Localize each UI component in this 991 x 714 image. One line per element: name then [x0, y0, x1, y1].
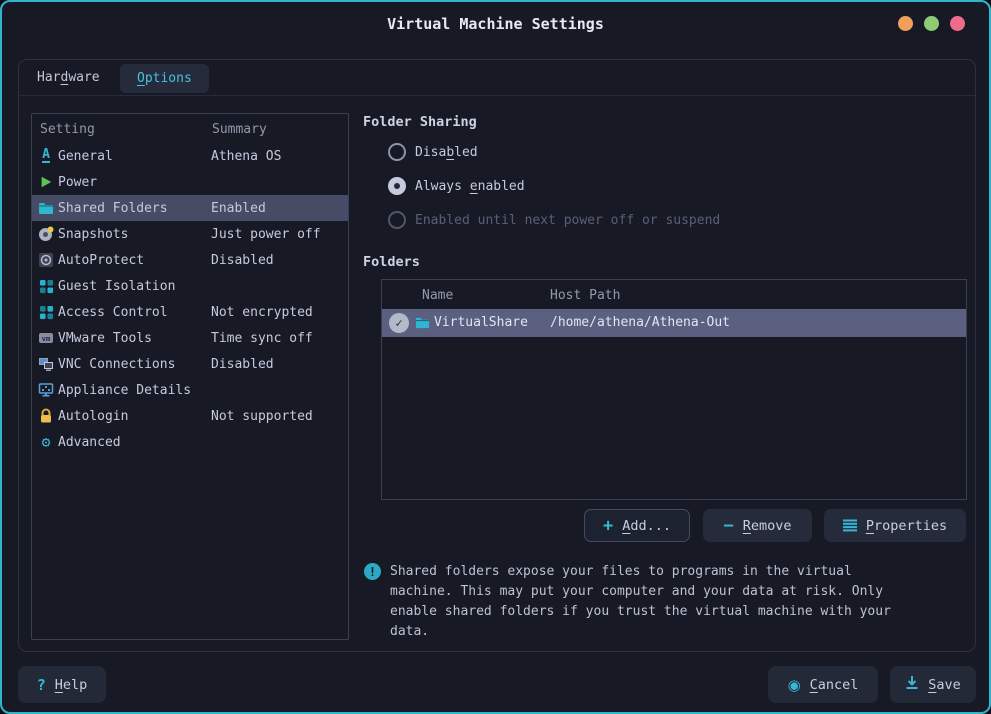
- play-icon: [38, 174, 54, 190]
- settings-item-access-control[interactable]: Access Control Not encrypted: [32, 299, 348, 325]
- settings-tab-panel: Hardware Options Setting Summary A Gener…: [18, 59, 976, 652]
- radio-disabled[interactable]: Disabled: [388, 142, 478, 162]
- vm-settings-window: Virtual Machine Settings Hardware Option…: [0, 0, 991, 714]
- access-control-icon: [38, 304, 54, 320]
- cancel-button[interactable]: ◉ Cancel: [768, 666, 878, 703]
- minimize-button[interactable]: [898, 16, 913, 31]
- window-controls: [898, 16, 965, 31]
- folder-row-virtualshare[interactable]: ✓ VirtualShare /home/athena/Athena-Out: [382, 309, 966, 337]
- warning-icon: !: [364, 563, 381, 580]
- settings-item-general[interactable]: A General Athena OS: [32, 143, 348, 169]
- snapshot-disc-icon: [38, 226, 54, 242]
- window-title: Virtual Machine Settings: [2, 2, 989, 46]
- minus-icon: −: [723, 516, 733, 536]
- settings-item-vnc-connections[interactable]: VNC Connections Disabled: [32, 351, 348, 377]
- close-button[interactable]: [950, 16, 965, 31]
- folder-icon: [38, 200, 54, 216]
- warning-text: Shared folders expose your files to prog…: [390, 562, 976, 642]
- autoprotect-icon: [38, 252, 54, 268]
- host-path-column-header: Host Path: [550, 288, 620, 303]
- folder-host-path: /home/athena/Athena-Out: [550, 309, 730, 337]
- dual-monitor-icon: [38, 356, 54, 372]
- radio-circle-disabled[interactable]: [388, 143, 406, 161]
- maximize-button[interactable]: [924, 16, 939, 31]
- vmware-tools-icon: vm: [38, 330, 54, 346]
- radio-circle-enabled-until: [388, 211, 406, 229]
- name-column-header: Name: [422, 288, 453, 303]
- tab-hardware[interactable]: Hardware: [37, 60, 100, 96]
- summary-column-header: Summary: [212, 122, 267, 137]
- settings-item-vmware-tools[interactable]: vm VMware Tools Time sync off: [32, 325, 348, 351]
- font-a-icon: A: [38, 148, 54, 164]
- settings-item-autoprotect[interactable]: AutoProtect Disabled: [32, 247, 348, 273]
- radio-label-disabled: Disabled: [415, 145, 478, 160]
- radio-enabled-until-poweroff: Enabled until next power off or suspend: [388, 210, 720, 230]
- plus-icon: +: [603, 516, 613, 536]
- radio-circle-always-enabled[interactable]: [388, 177, 406, 195]
- folder-sharing-heading: Folder Sharing: [363, 114, 477, 130]
- tab-bar: Hardware Options: [19, 60, 975, 96]
- settings-item-autologin[interactable]: Autologin Not supported: [32, 403, 348, 429]
- settings-item-guest-isolation[interactable]: Guest Isolation: [32, 273, 348, 299]
- settings-item-advanced[interactable]: ⚙ Advanced: [32, 429, 348, 455]
- folder-name: VirtualShare: [434, 309, 528, 337]
- list-lines-icon: [843, 519, 857, 532]
- appliance-icon: [38, 382, 54, 398]
- help-button[interactable]: ? Help: [18, 666, 106, 703]
- cancel-circle-icon: ◉: [788, 676, 801, 694]
- settings-item-snapshots[interactable]: Snapshots Just power off: [32, 221, 348, 247]
- folder-icon: [415, 315, 430, 334]
- folders-table-header: Name Host Path: [382, 280, 966, 309]
- gear-icon: ⚙: [38, 434, 54, 450]
- radio-label-always-enabled: Always enabled: [415, 179, 525, 194]
- add-button[interactable]: + Add...: [584, 509, 690, 542]
- tab-options[interactable]: Options: [120, 64, 209, 93]
- radio-always-enabled[interactable]: Always enabled: [388, 176, 525, 196]
- save-download-icon: [905, 675, 919, 694]
- svg-text:vm: vm: [42, 335, 50, 343]
- remove-button[interactable]: − Remove: [703, 509, 812, 542]
- settings-item-shared-folders[interactable]: Shared Folders Enabled: [32, 195, 348, 221]
- question-icon: ?: [37, 676, 46, 694]
- settings-item-power[interactable]: Power: [32, 169, 348, 195]
- folders-table[interactable]: Name Host Path ✓ VirtualShare /home/athe…: [381, 279, 967, 500]
- settings-list: Setting Summary A General Athena OS Powe…: [31, 113, 349, 640]
- settings-item-appliance-details[interactable]: Appliance Details: [32, 377, 348, 403]
- check-circle-icon[interactable]: ✓: [389, 313, 409, 333]
- title-bar: Virtual Machine Settings: [2, 2, 989, 48]
- settings-list-header: Setting Summary: [32, 114, 348, 143]
- save-button[interactable]: Save: [890, 666, 976, 703]
- lock-icon: [38, 408, 54, 424]
- folders-heading: Folders: [363, 254, 420, 270]
- setting-column-header: Setting: [40, 122, 95, 137]
- properties-button[interactable]: Properties: [824, 509, 966, 542]
- radio-label-enabled-until: Enabled until next power off or suspend: [415, 213, 720, 228]
- guest-isolation-icon: [38, 278, 54, 294]
